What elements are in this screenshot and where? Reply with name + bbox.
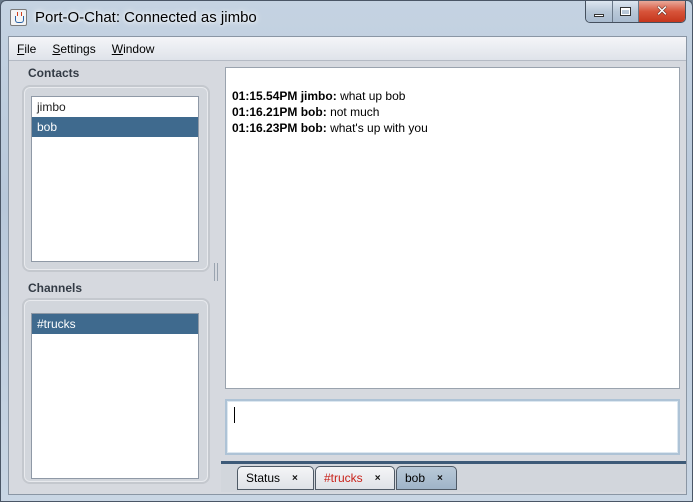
tab-bob[interactable]: bob × xyxy=(396,466,457,490)
client-area: File Settings Window Contacts jimbo bob … xyxy=(8,36,687,495)
contacts-label: Contacts xyxy=(28,66,80,80)
tab-status-label: Status xyxy=(246,471,281,485)
message-user: bob xyxy=(300,105,323,119)
menu-file[interactable]: File xyxy=(17,42,36,56)
contact-item-jimbo[interactable]: jimbo xyxy=(32,97,198,117)
tab-trucks-close-icon[interactable]: × xyxy=(375,473,381,484)
title-bar[interactable]: Port-O-Chat: Connected as jimbo ✕ xyxy=(1,1,692,35)
menu-window[interactable]: Window xyxy=(112,42,155,56)
window-title: Port-O-Chat: Connected as jimbo xyxy=(35,9,257,26)
channels-list[interactable]: #trucks xyxy=(31,313,199,479)
left-panel: Contacts jimbo bob Channels #trucks xyxy=(13,65,210,492)
contact-item-bob[interactable]: bob xyxy=(32,117,198,137)
tab-trucks[interactable]: #trucks × xyxy=(315,466,395,490)
tab-status[interactable]: Status × xyxy=(237,466,314,490)
tab-bob-label: bob xyxy=(405,471,426,485)
menu-settings-label: ettings xyxy=(60,41,96,56)
splitter-grip-icon xyxy=(214,263,218,281)
message-colon: : xyxy=(332,89,337,103)
tab-status-close-icon[interactable]: × xyxy=(292,473,298,484)
message-colon: : xyxy=(322,121,327,135)
app-window: Port-O-Chat: Connected as jimbo ✕ File S… xyxy=(0,0,693,502)
message-time: 01:16.21PM xyxy=(232,105,298,119)
java-app-icon[interactable] xyxy=(10,9,27,26)
channels-label: Channels xyxy=(28,281,83,295)
minimize-button[interactable] xyxy=(586,1,613,22)
message-colon: : xyxy=(322,105,327,119)
maximize-icon xyxy=(620,7,631,16)
close-icon: ✕ xyxy=(655,2,669,20)
split-pane-divider[interactable] xyxy=(213,65,219,492)
message-time: 01:16.23PM xyxy=(232,121,298,135)
tab-trucks-label: #trucks xyxy=(324,471,363,485)
menu-file-label: ile xyxy=(24,41,37,56)
minimize-icon xyxy=(594,13,604,17)
chat-log[interactable]: 01:15.54PM jimbo: what up bob 01:16.21PM… xyxy=(225,67,680,389)
chat-message: 01:16.23PM bob: what's up with you xyxy=(232,120,673,136)
message-user: jimbo xyxy=(300,89,333,103)
message-text: what's up with you xyxy=(330,121,428,135)
contacts-list[interactable]: jimbo bob xyxy=(31,96,199,262)
chat-message: 01:16.21PM bob: not much xyxy=(232,104,673,120)
message-user: bob xyxy=(300,121,323,135)
text-caret xyxy=(234,407,235,423)
close-button[interactable]: ✕ xyxy=(639,1,685,22)
message-time: 01:15.54PM xyxy=(232,89,298,103)
channel-item-trucks[interactable]: #trucks xyxy=(32,314,198,334)
maximize-button[interactable] xyxy=(613,1,639,22)
menu-bar: File Settings Window xyxy=(9,37,686,61)
menu-settings[interactable]: Settings xyxy=(52,42,95,56)
message-text: what up bob xyxy=(340,89,406,103)
chat-message: 01:15.54PM jimbo: what up bob xyxy=(232,88,673,104)
window-controls: ✕ xyxy=(585,1,686,23)
conversation-tabs: Status × #trucks × bob × xyxy=(221,461,686,492)
tab-bob-close-icon[interactable]: × xyxy=(437,473,443,484)
contacts-group: jimbo bob xyxy=(22,85,210,272)
menu-window-mnemonic: W xyxy=(111,41,124,56)
menu-window-label: indow xyxy=(123,41,155,56)
channels-group: #trucks xyxy=(22,298,210,484)
message-text: not much xyxy=(330,105,380,119)
message-input[interactable] xyxy=(225,399,680,455)
